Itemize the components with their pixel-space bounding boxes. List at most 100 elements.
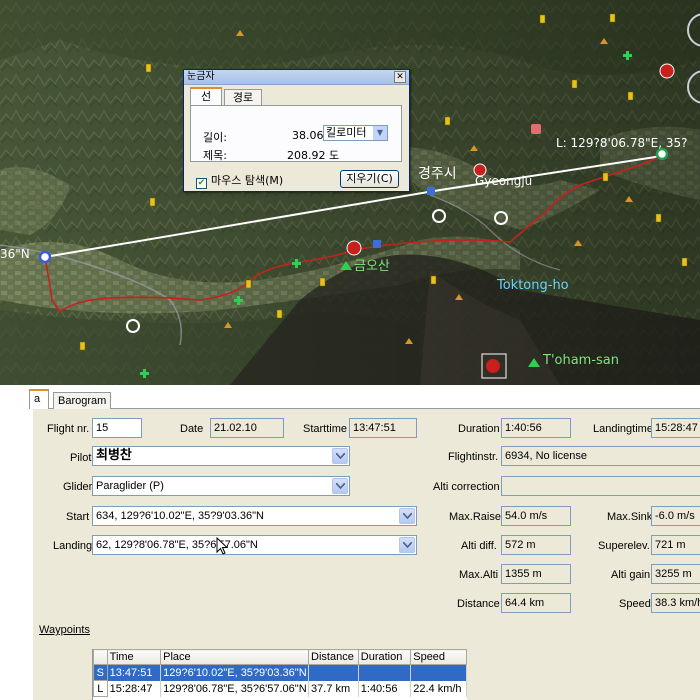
chevron-down-icon[interactable] — [399, 508, 415, 524]
column-header-duration[interactable]: Duration — [357, 649, 412, 665]
length-label: 길이: — [203, 131, 227, 144]
cell-speed — [410, 664, 467, 681]
column-header-time[interactable]: Time — [106, 649, 162, 665]
cell-speed: 22.4 km/h — [410, 680, 467, 697]
close-icon[interactable]: ✕ — [394, 71, 406, 83]
speed-field[interactable]: 38.3 km/h — [651, 593, 700, 613]
flightinstr-label: Flightinstr. — [448, 451, 499, 463]
alti-diff-label: Alti diff. — [461, 540, 497, 552]
lake-label[interactable]: Toktong-ho — [497, 278, 569, 293]
chevron-down-icon[interactable]: ▼ — [373, 126, 387, 140]
mountain-label[interactable]: 금오산 — [354, 255, 390, 274]
alti-gain-field[interactable]: 3255 m — [651, 564, 700, 584]
start-value: 634, 129?6'10.02"E, 35?9'03.36"N — [96, 510, 264, 522]
column-header-place[interactable]: Place — [160, 649, 310, 665]
chevron-down-icon[interactable] — [399, 537, 415, 553]
unit-select-value: 킬로미터 — [326, 126, 367, 139]
start-select[interactable]: 634, 129?6'10.02"E, 35?9'03.36"N — [92, 506, 417, 526]
mouse-navigation-checkbox[interactable]: ✔ 마우스 탐색(M) — [196, 172, 283, 189]
peak-label[interactable]: T'oham-san — [543, 353, 619, 368]
waypoints-header-row: Time Place Distance Duration Speed — [93, 649, 467, 665]
table-row[interactable]: L 15:28:47 129?8'06.78"E, 35?6'57.06"N 3… — [93, 680, 467, 697]
city-label[interactable]: Gyeongju — [475, 174, 532, 188]
mouse-cursor-icon — [216, 537, 228, 555]
max-raise-field[interactable]: 54.0 m/s — [501, 506, 571, 526]
landingtime-field[interactable]: 15:28:47 — [651, 418, 700, 438]
duration-label: Duration — [458, 423, 500, 435]
heading-value: 208.92 도 — [287, 149, 340, 162]
waypoints-table[interactable]: Time Place Distance Duration Speed S 13:… — [92, 649, 467, 700]
flightinstr-field[interactable]: 6934, No license — [501, 446, 700, 466]
column-header-distance[interactable]: Distance — [308, 649, 359, 665]
tab-barogram[interactable]: Barogram — [53, 392, 112, 410]
max-alti-field[interactable]: 1355 m — [501, 564, 571, 584]
ruler-title: 눈금자 — [187, 71, 215, 82]
date-label: Date — [180, 423, 204, 435]
cell-place: 129?6'10.02"E, 35?9'03.36"N — [160, 664, 310, 681]
city-label-korean[interactable]: 경주시 — [418, 163, 457, 183]
unit-select[interactable]: 킬로미터 ▼ — [323, 125, 388, 141]
ruler-titlebar[interactable]: 눈금자 ✕ — [184, 70, 409, 85]
distance-label: Distance — [457, 598, 500, 610]
clear-button[interactable]: 지우기(C) — [340, 170, 399, 188]
mouse-navigation-label: 마우스 탐색(M) — [211, 174, 284, 187]
cell-distance: 37.7 km — [308, 680, 359, 697]
cell-distance — [308, 664, 359, 681]
cell-duration: 1:40:56 — [358, 680, 412, 697]
cell-time: 13:47:51 — [107, 664, 162, 681]
speed-label: Speed — [619, 598, 651, 610]
max-alti-label: Max.Alti — [459, 569, 499, 581]
starttime-label: Starttime — [303, 423, 348, 435]
superelev-label: Superelev. — [598, 540, 650, 552]
distance-field[interactable]: 64.4 km — [501, 593, 571, 613]
map-coordinate-left: 36"N — [0, 247, 30, 261]
flight-nr-label: Flight nr. — [47, 423, 90, 435]
alti-gain-label: Alti gain — [611, 569, 651, 581]
cell-time: 15:28:47 — [107, 680, 162, 697]
pilot-label: Pilot — [70, 452, 92, 464]
row-key: S — [93, 664, 108, 681]
glider-select[interactable]: Paraglider (P) — [92, 476, 350, 496]
table-row[interactable]: S 13:47:51 129?6'10.02"E, 35?9'03.36"N — [93, 664, 467, 681]
cell-duration — [358, 664, 412, 681]
chevron-down-icon[interactable] — [332, 478, 348, 494]
max-sink-field[interactable]: -6.0 m/s — [651, 506, 700, 526]
flight-form: Flight nr. 15 Date 21.02.10 Starttime 13… — [33, 409, 700, 700]
duration-field[interactable]: 1:40:56 — [501, 418, 571, 438]
landing-label: Landing — [53, 540, 93, 552]
alti-correction-label: Alti correction — [433, 481, 500, 493]
flight-nr-field[interactable]: 15 — [92, 418, 142, 438]
max-sink-label: Max.Sink — [607, 511, 653, 523]
alti-correction-field[interactable] — [501, 476, 700, 496]
tab-line[interactable]: 선 — [190, 87, 222, 106]
heading-label: 제목: — [203, 149, 227, 162]
key-column-header[interactable] — [93, 649, 108, 665]
date-field[interactable]: 21.02.10 — [210, 418, 284, 438]
chevron-down-icon[interactable] — [332, 448, 348, 464]
waypoints-label: Waypoints — [39, 624, 90, 636]
pilot-value: 최병찬 — [96, 448, 132, 463]
pilot-select[interactable]: 최병찬 — [92, 446, 350, 466]
superelev-field[interactable]: 721 m — [651, 535, 700, 555]
cell-place: 129?8'06.78"E, 35?6'57.06"N — [160, 680, 310, 697]
map-view[interactable]: 36"N L: 129?8'06.78"E, 35? 경주시 Gyeongju … — [0, 0, 700, 385]
start-label: Start — [66, 511, 90, 523]
length-value: 38.06 — [292, 129, 324, 142]
landing-value: 62, 129?8'06.78"E, 35?6'57.06"N — [96, 539, 258, 551]
starttime-field[interactable]: 13:47:51 — [349, 418, 417, 438]
glider-label: Glider — [63, 481, 93, 493]
glider-value: Paraglider (P) — [96, 480, 164, 492]
row-key: L — [93, 680, 108, 697]
map-coordinate-right: L: 129?8'06.78"E, 35? — [556, 136, 688, 150]
panel-tabstrip: a Barogram — [29, 389, 700, 410]
column-header-speed[interactable]: Speed — [410, 649, 467, 665]
max-raise-label: Max.Raise — [449, 511, 501, 523]
checkmark-icon[interactable]: ✔ — [196, 178, 207, 189]
landingtime-label: Landingtime — [593, 423, 653, 435]
ruler-dialog[interactable]: 눈금자 ✕ 선 경로 길이: 38.06 킬로미터 ▼ 제목: 208.92 도… — [183, 69, 410, 192]
landing-select[interactable]: 62, 129?8'06.78"E, 35?6'57.06"N — [92, 535, 417, 555]
tab-data[interactable]: a — [29, 389, 49, 409]
alti-diff-field[interactable]: 572 m — [501, 535, 571, 555]
satellite-terrain — [0, 0, 700, 385]
tab-path[interactable]: 경로 — [224, 89, 262, 106]
